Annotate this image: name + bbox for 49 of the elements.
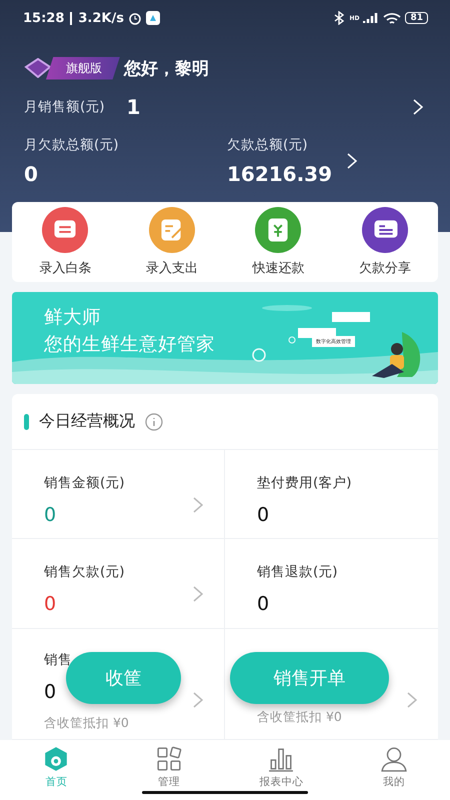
info-icon[interactable] xyxy=(145,412,163,430)
cell-value: 0 xyxy=(44,504,56,526)
stat-label: 月欠款总额(元) xyxy=(24,136,119,154)
cell-value: 0 xyxy=(257,593,270,615)
status-time: 15:28 xyxy=(23,10,64,26)
bluetooth-icon xyxy=(333,11,346,25)
stat-value: 0 xyxy=(24,162,39,186)
user-icon xyxy=(380,746,407,772)
alarm-icon xyxy=(128,11,142,25)
cell-label: 销售退款(元) xyxy=(257,563,339,581)
chart-icon xyxy=(268,746,294,772)
cell-label: 销售欠款(元) xyxy=(44,563,126,581)
member-badge: 旗舰版 xyxy=(46,56,120,80)
quick-action[interactable]: 快速还款 xyxy=(225,207,332,277)
stat-cell[interactable]: 垫付费用(客户) 0 xyxy=(225,450,438,539)
grid-icon xyxy=(156,746,182,772)
wifi-icon xyxy=(383,12,402,24)
quick-action[interactable]: 录入支出 xyxy=(118,207,225,277)
cell-value: 0 xyxy=(257,504,270,526)
stat-label: 欠款总额(元) xyxy=(227,136,309,154)
cell-label: 销售金额(元) xyxy=(44,474,126,492)
stat-cell[interactable]: 销售退款(元) 0 xyxy=(225,539,438,629)
stat-label: 月销售额(元) xyxy=(24,98,105,116)
battery-level: 81 xyxy=(405,12,428,24)
cell-note: 含收筐抵扣 ¥0 xyxy=(257,709,342,726)
banner-title: 鲜大师 xyxy=(44,306,102,330)
stat-value: 16216.39 xyxy=(227,162,332,186)
stat-cell[interactable]: 销售欠款(元) 0 xyxy=(12,539,225,629)
greeting: 您好，黎明 xyxy=(124,58,209,80)
chevron-icon xyxy=(412,98,424,116)
network-speed: 3.2K/s xyxy=(78,10,124,26)
signal-icon xyxy=(363,12,380,24)
diamond-icon xyxy=(24,58,52,78)
nav-tab[interactable]: 我的 xyxy=(338,740,450,800)
cell-note: 含收筐抵扣 ¥0 xyxy=(44,715,129,732)
cell-value: 0 xyxy=(44,593,56,615)
cell-value: 0 xyxy=(44,681,56,703)
quick-action[interactable]: 录入白条 xyxy=(12,207,118,277)
title-accent xyxy=(24,414,29,430)
nav-tab[interactable]: 报表中心 xyxy=(225,740,338,800)
app-icon xyxy=(146,11,160,25)
stat-cell[interactable]: 销售金额(元) 0 xyxy=(12,450,225,539)
cell-label: 垫付费用(客户) xyxy=(257,474,353,492)
home-icon xyxy=(43,746,70,772)
stat-value: 1 xyxy=(126,95,140,119)
banner-subtitle: 您的生鲜生意好管家 xyxy=(44,333,215,357)
nav-tab[interactable]: 管理 xyxy=(112,740,225,800)
quick-action[interactable]: 欠款分享 xyxy=(332,207,438,277)
section-title: 今日经营概况 xyxy=(39,411,135,432)
